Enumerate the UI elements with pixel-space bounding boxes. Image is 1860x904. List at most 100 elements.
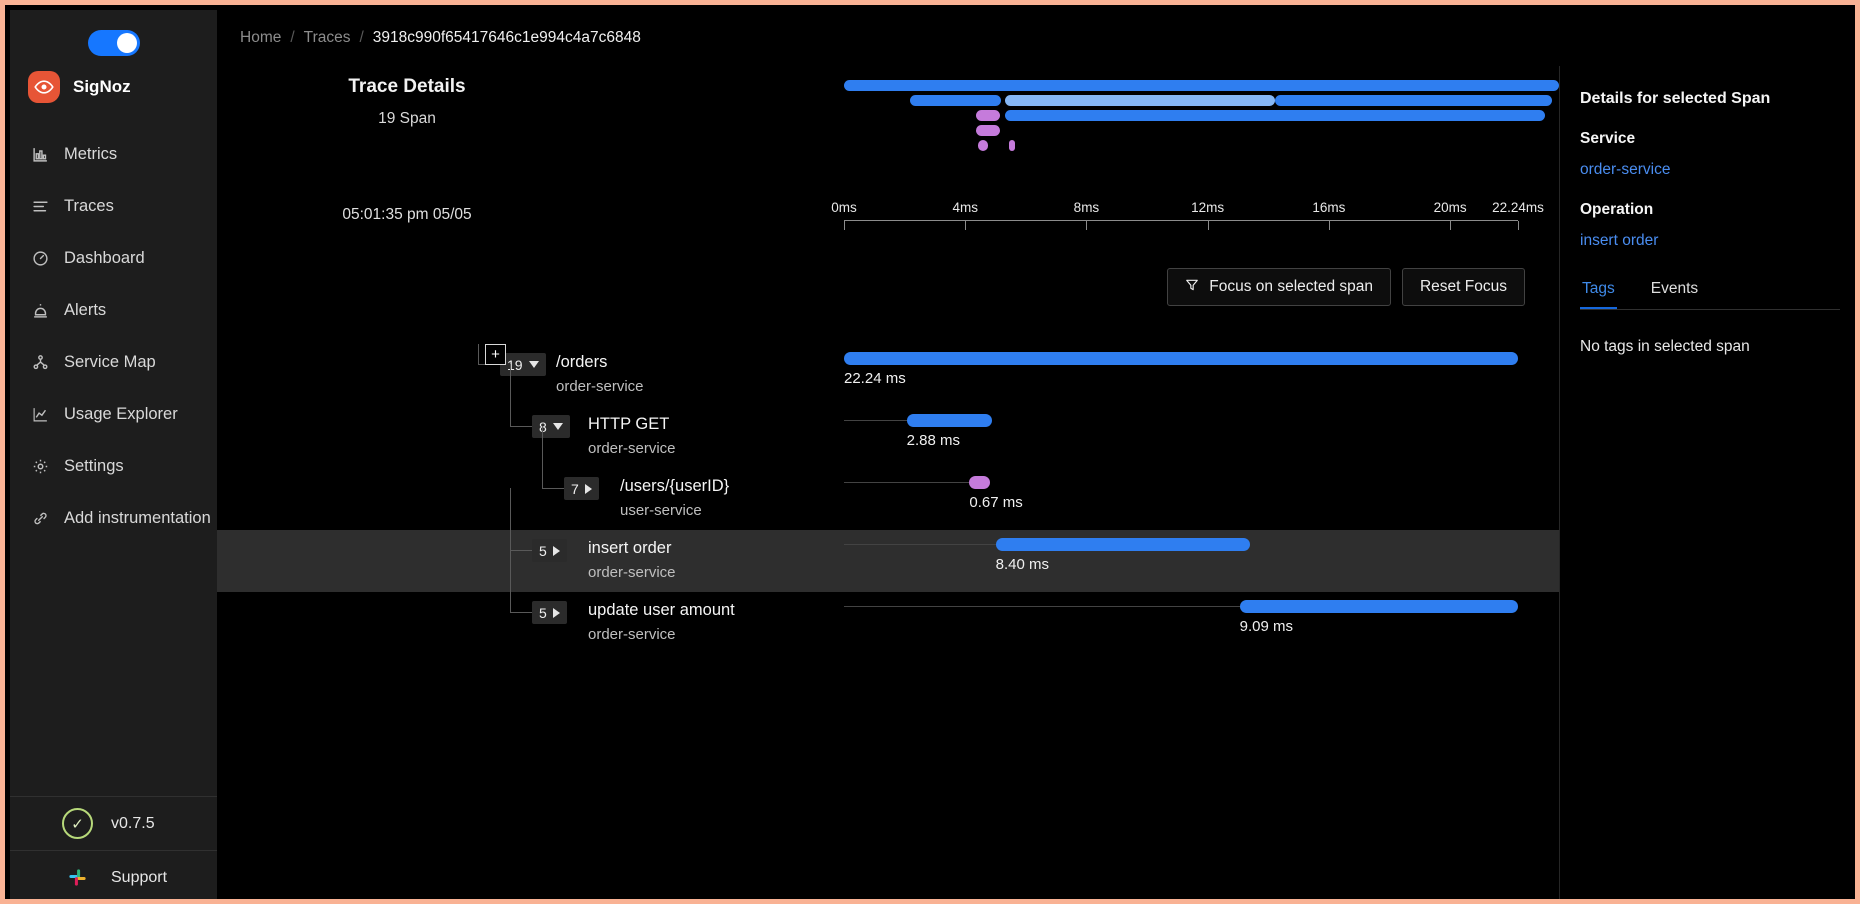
span-duration-label: 9.09 ms: [1239, 618, 1293, 635]
timeline-axis-container: 05:01:35 pm 05/05 0ms 4ms 8ms 12ms 16ms 20ms 2…: [217, 196, 1559, 242]
sidebar-item-metrics[interactable]: Metrics: [10, 128, 217, 180]
axis-tick-label: 0ms: [831, 200, 857, 215]
focus-toolbar: Focus on selected span Reset Focus: [217, 242, 1559, 306]
span-duration-bar[interactable]: [906, 414, 993, 427]
span-child-count-toggle[interactable]: 5: [532, 539, 567, 562]
chevron-right-icon[interactable]: [584, 483, 592, 494]
span-name[interactable]: update user amount: [588, 601, 735, 620]
span-child-count-toggle[interactable]: 5: [532, 601, 567, 624]
focus-on-selected-span-button[interactable]: Focus on selected span: [1167, 268, 1391, 306]
span-name[interactable]: /orders: [556, 353, 607, 372]
span-count: 19 Span: [378, 110, 436, 127]
tree-connector-line: [542, 488, 564, 489]
span-row[interactable]: 8 HTTP GET order-service 2.88 ms: [217, 364, 1559, 468]
span-duration-bar[interactable]: [1239, 600, 1518, 613]
tree-connector-line: [510, 550, 532, 551]
support-label: Support: [111, 868, 168, 886]
span-lead-line: [844, 482, 970, 483]
span-service-name: order-service: [588, 626, 676, 643]
span-row-left: 19/orders order-service: [217, 344, 844, 406]
list-icon: [30, 196, 50, 216]
axis-tick: [1518, 221, 1519, 230]
minimap-bar: [1004, 95, 1276, 106]
sidebar-version[interactable]: ✓ v0.7.5: [10, 796, 217, 850]
span-row[interactable]: 7/users/{userID} user-service 0.67 ms: [217, 426, 1559, 530]
span-duration-bar[interactable]: [844, 352, 1518, 365]
tab-events[interactable]: Events: [1649, 272, 1700, 309]
span-name[interactable]: HTTP GET: [588, 415, 669, 434]
span-row[interactable]: 19/orders order-service 22.24 ms: [217, 344, 1559, 406]
browser-viewport: SigNoz Metrics Traces Dashboard Alerts S…: [0, 0, 1860, 904]
sidebar-item-dashboard[interactable]: Dashboard: [10, 232, 217, 284]
span-row-timeline: 8.40 ms: [844, 530, 1559, 592]
span-duration-bar[interactable]: [969, 476, 990, 489]
chevron-down-icon[interactable]: [552, 423, 563, 430]
reset-focus-button[interactable]: Reset Focus: [1401, 268, 1525, 306]
minimap-bar: [1009, 140, 1015, 151]
sidebar-item-label: Dashboard: [64, 248, 145, 267]
chevron-right-icon[interactable]: [552, 607, 560, 618]
span-duration-label: 22.24 ms: [844, 370, 906, 387]
sidebar-support[interactable]: Support: [10, 850, 217, 899]
span-row-timeline: 22.24 ms: [844, 344, 1559, 406]
brand-logo-link[interactable]: SigNoz: [10, 62, 217, 112]
details-tabs: Tags Events: [1580, 272, 1840, 310]
span-service-name: user-service: [620, 502, 702, 519]
axis-tick: [1207, 221, 1209, 230]
expand-all-button[interactable]: +: [485, 344, 506, 365]
span-child-count-toggle[interactable]: 19: [500, 353, 546, 376]
trace-minimap[interactable]: [844, 80, 1559, 165]
span-row-list: 19/orders order-service 22.24 ms 8 HTTP GET o…: [217, 344, 1559, 654]
chevron-down-icon[interactable]: [528, 361, 539, 368]
minimap-bar: [1004, 110, 1545, 121]
axis-tick-label: 12ms: [1191, 200, 1225, 215]
operation-value-link[interactable]: insert order: [1580, 232, 1840, 250]
span-row[interactable]: 5 update user amount order-service 9.09 ms: [217, 550, 1559, 654]
tab-tags[interactable]: Tags: [1580, 272, 1617, 309]
service-value-link[interactable]: order-service: [1580, 161, 1840, 179]
theme-toggle-container: [10, 10, 217, 62]
sidebar-nav: Metrics Traces Dashboard Alerts Service …: [10, 128, 217, 544]
axis-tick-label: 20ms: [1433, 200, 1467, 215]
span-details-panel: Details for selected Span Service order-…: [1560, 66, 1855, 899]
span-service-name: order-service: [588, 564, 676, 581]
sidebar-item-add-instrumentation[interactable]: Add instrumentation: [10, 492, 217, 544]
span-row[interactable]: 5 insert order order-service 8.40 ms: [217, 488, 1559, 592]
breadcrumb-separator: /: [359, 29, 364, 46]
sidebar-item-alerts[interactable]: Alerts: [10, 284, 217, 336]
span-child-count-toggle[interactable]: 8: [532, 415, 570, 438]
breadcrumb-traces[interactable]: Traces: [304, 29, 351, 47]
sidebar-item-service-map[interactable]: Service Map: [10, 336, 217, 388]
sidebar-item-label: Alerts: [64, 300, 107, 319]
eye-icon: [28, 71, 60, 103]
span-duration-bar[interactable]: [995, 538, 1251, 551]
span-duration-label: 0.67 ms: [969, 494, 1023, 511]
span-child-count: 5: [539, 604, 547, 621]
sidebar-item-settings[interactable]: Settings: [10, 440, 217, 492]
span-child-count-toggle[interactable]: 7: [564, 477, 599, 500]
toggle-knob: [116, 33, 137, 53]
span-service-name: order-service: [556, 378, 644, 395]
breadcrumb-home[interactable]: Home: [240, 29, 281, 47]
sidebar-item-usage-explorer[interactable]: Usage Explorer: [10, 388, 217, 440]
trace-start-time: 05:01:35 pm 05/05: [342, 206, 472, 223]
dark-mode-toggle[interactable]: [87, 30, 140, 56]
axis-tick: [1328, 221, 1330, 230]
tree-connector-line: [478, 344, 479, 365]
chevron-right-icon[interactable]: [552, 545, 560, 556]
version-label: v0.7.5: [111, 814, 155, 832]
span-duration-label: 8.40 ms: [995, 556, 1049, 573]
breadcrumb-separator: /: [290, 29, 295, 46]
axis-tick: [844, 221, 845, 230]
span-name[interactable]: insert order: [588, 539, 671, 558]
span-name[interactable]: /users/{userID}: [620, 477, 729, 496]
sidebar-item-traces[interactable]: Traces: [10, 180, 217, 232]
sidebar-item-label: Add instrumentation: [64, 508, 211, 527]
tree-connector-line: [510, 364, 511, 427]
tree-connector-line: [510, 488, 511, 551]
span-row-timeline: 0.67 ms: [844, 468, 1559, 530]
service-heading: Service: [1580, 130, 1636, 147]
tree-connector-line: [510, 612, 532, 613]
span-duration-label: 2.88 ms: [906, 432, 961, 449]
